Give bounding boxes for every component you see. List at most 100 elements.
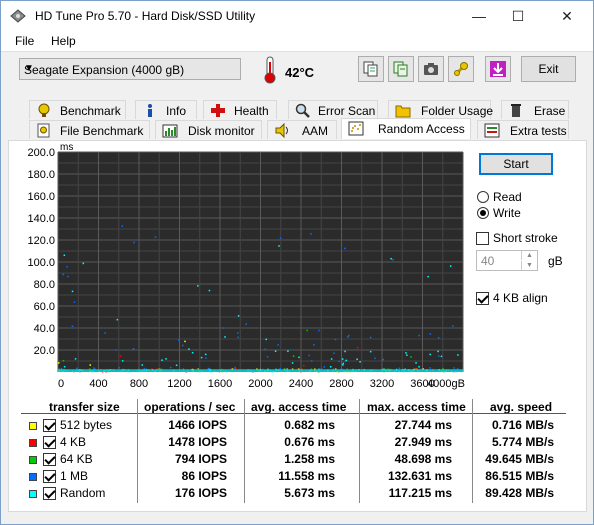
header-avg-access: avg. access time: [251, 400, 347, 414]
chart-point: [374, 357, 376, 360]
series-color-swatch: [29, 439, 37, 447]
chart-point: [71, 325, 74, 327]
cell-max: 48.698 ms: [394, 452, 452, 466]
chart-point: [278, 245, 280, 247]
cell-max: 27.744 ms: [394, 418, 452, 432]
chart-point: [205, 357, 207, 359]
chart-point: [73, 301, 76, 303]
chart-point: [175, 364, 178, 366]
chart-point: [382, 358, 385, 361]
chart-point: [116, 318, 119, 321]
column-divider: [137, 399, 138, 503]
series-checkbox[interactable]: [43, 487, 56, 500]
chart-point: [184, 340, 186, 343]
cell-ops: 1466 IOPS: [168, 418, 227, 432]
chart-point: [318, 329, 320, 332]
chart-point: [330, 358, 333, 360]
chart-point: [58, 362, 60, 364]
chart-point: [234, 366, 236, 369]
column-divider: [472, 399, 473, 503]
y-tick-label: 180.0: [27, 169, 55, 181]
x-tick-label: 400: [89, 378, 107, 390]
chart-point: [303, 365, 305, 367]
chart-point: [89, 364, 92, 366]
chart-point: [346, 336, 349, 338]
chart-point: [344, 247, 346, 250]
x-tick-label: 1200: [167, 378, 191, 390]
chart-point: [141, 364, 144, 366]
header-ops: operations / sec: [144, 400, 236, 414]
y-tick-label: 140.0: [27, 213, 55, 225]
chart-point: [204, 353, 207, 356]
cell-ops: 1478 IOPS: [168, 435, 227, 449]
series-color-swatch: [29, 456, 37, 464]
chart-point: [191, 351, 194, 354]
chart-point: [291, 362, 294, 364]
chart-point: [369, 350, 372, 353]
chart-point: [313, 344, 315, 346]
series-color-swatch: [29, 473, 37, 481]
chart-point: [437, 350, 439, 353]
x-tick-label: 800: [130, 378, 148, 390]
y-tick-label: 20.0: [34, 345, 55, 357]
cell-speed: 0.716 MB/s: [491, 418, 554, 432]
cell-speed: 86.515 MB/s: [485, 469, 554, 483]
cell-name: 512 bytes: [60, 418, 113, 432]
chart-point: [266, 355, 269, 358]
chart-point: [429, 353, 431, 356]
chart-point: [118, 366, 120, 369]
chart-point: [329, 366, 332, 368]
app-window: HD Tune Pro 5.70 - Hard Disk/SSD Utility…: [0, 0, 594, 525]
x-tick-label: 3200: [370, 378, 394, 390]
cell-name: Random: [60, 486, 106, 500]
chart-point: [208, 289, 211, 292]
chart-point: [342, 362, 345, 365]
chart-point: [237, 315, 240, 317]
cell-avg: 1.258 ms: [284, 452, 335, 466]
chart-point: [265, 338, 267, 341]
chart-point: [310, 233, 312, 235]
chart-point: [410, 356, 412, 358]
chart-point: [429, 333, 432, 335]
chart-point: [334, 338, 337, 341]
chart-point: [449, 265, 452, 267]
chart-point: [188, 348, 190, 350]
cell-max: 27.949 ms: [394, 435, 452, 449]
chart-point: [308, 354, 310, 357]
cell-ops: 794 IOPS: [174, 452, 227, 466]
chart-point: [200, 356, 203, 359]
chart-point: [154, 236, 157, 238]
chart-point: [82, 262, 85, 265]
chart-point: [356, 358, 358, 360]
cell-ops: 86 IOPS: [181, 469, 227, 483]
cell-ops: 176 IOPS: [174, 486, 227, 500]
chart-point: [418, 366, 420, 368]
chart-point: [66, 265, 68, 268]
chart-point: [62, 359, 65, 362]
chart-point: [457, 354, 459, 356]
series-checkbox[interactable]: [43, 419, 56, 432]
chart-point: [369, 336, 372, 339]
series-checkbox[interactable]: [43, 453, 56, 466]
chart-point: [405, 352, 407, 354]
chart-point: [356, 346, 359, 349]
series-color-swatch: [29, 422, 37, 430]
series-checkbox[interactable]: [43, 470, 56, 483]
chart-point: [143, 367, 146, 370]
chart-point: [222, 327, 225, 329]
cell-max: 132.631 ms: [387, 469, 452, 483]
chart-point: [306, 329, 308, 332]
cell-avg: 11.558 ms: [278, 469, 335, 483]
y-tick-label: 100.0: [27, 257, 55, 269]
chart-point: [440, 355, 443, 358]
chart-point: [119, 355, 122, 357]
chart-point: [121, 360, 124, 362]
series-checkbox[interactable]: [43, 436, 56, 449]
y-axis-unit: ms: [60, 142, 73, 153]
chart-point: [224, 336, 226, 338]
chart-point: [427, 275, 429, 278]
x-tick-label: 2400: [289, 378, 313, 390]
chart-point: [60, 367, 63, 370]
y-tick-label: 40.0: [34, 323, 55, 335]
y-tick-label: 80.0: [34, 279, 55, 291]
